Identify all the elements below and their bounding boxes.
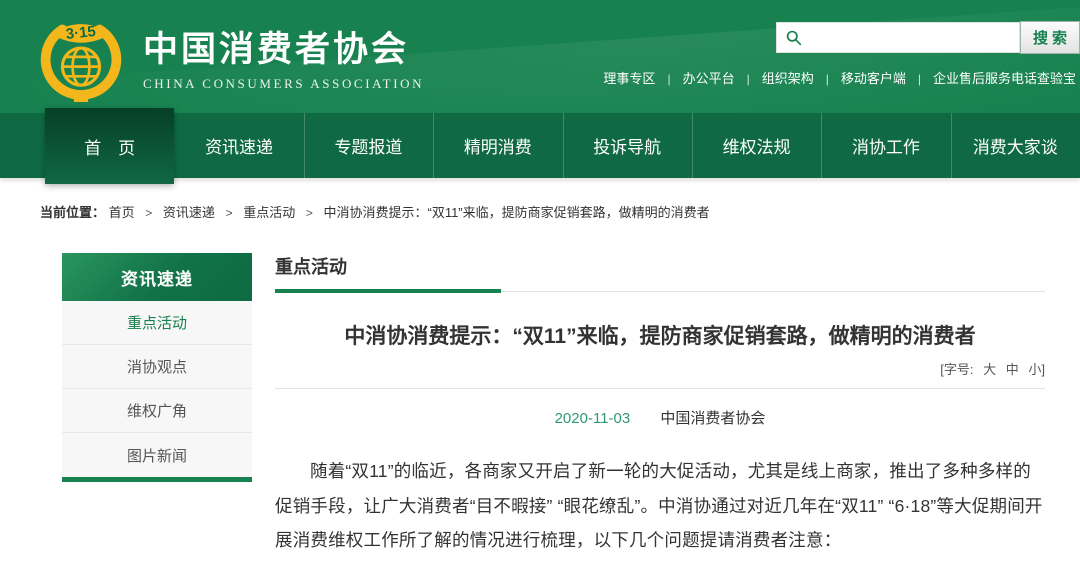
cca-315-logo-icon: 3·15 xyxy=(35,10,127,102)
brand-text: 中国消费者协会 CHINA CONSUMERS ASSOCIATION xyxy=(143,21,424,92)
svg-text:3·15: 3·15 xyxy=(65,23,97,43)
sidebar-item-key-activities[interactable]: 重点活动 xyxy=(62,301,252,345)
fontsize-suffix: ] xyxy=(1041,362,1045,377)
sidebar-list: 重点活动 消协观点 维权广角 图片新闻 xyxy=(62,301,252,482)
sidebar-item-photo-news[interactable]: 图片新闻 xyxy=(62,433,252,477)
article-date: 2020-11-03 xyxy=(555,410,631,427)
content-area: 资讯速递 重点活动 消协观点 维权广角 图片新闻 重点活动 中消协消费提示：“双… xyxy=(0,221,1080,557)
site-title: 中国消费者协会 xyxy=(143,21,424,72)
nav-item-home[interactable]: 首 页 xyxy=(45,108,174,184)
quicklink-separator: | xyxy=(918,72,921,86)
section-head: 重点活动 xyxy=(275,253,1045,292)
nav-item-smart-consumption[interactable]: 精明消费 xyxy=(433,113,562,178)
site-header: 3·15 中国消费者协会 CHINA CONSUMERS ASSOCIATION… xyxy=(0,0,1080,113)
quicklink-council[interactable]: 理事专区 xyxy=(603,71,655,86)
article-divider xyxy=(275,388,1045,389)
breadcrumb-separator: > xyxy=(226,206,233,220)
breadcrumb-link-news[interactable]: 资讯速递 xyxy=(163,205,215,220)
section-title: 重点活动 xyxy=(275,257,347,277)
article-body: 随着“双11”的临近，各商家又开启了新一轮的大促活动，尤其是线上商家，推出了多种… xyxy=(275,454,1045,556)
quick-links: 理事专区 | 办公平台 | 组织架构 | 移动客户端 | 企业售后服务电话查验宝 xyxy=(603,68,1076,87)
breadcrumb-link-key-activities[interactable]: 重点活动 xyxy=(243,205,295,220)
main-article: 重点活动 中消协消费提示：“双11”来临，提防商家促销套路，做精明的消费者 [字… xyxy=(275,253,1045,557)
sidebar-title: 资讯速递 xyxy=(62,253,252,301)
sidebar-item-association-views[interactable]: 消协观点 xyxy=(62,345,252,389)
nav-item-complaint-guide[interactable]: 投诉导航 xyxy=(563,113,692,178)
article-meta: 2020-11-03 中国消费者协会 xyxy=(275,407,1045,428)
quicklink-office[interactable]: 办公平台 xyxy=(683,71,735,86)
quicklink-mobile[interactable]: 移动客户端 xyxy=(841,71,906,86)
search-button[interactable]: 搜索 xyxy=(1020,21,1080,54)
search-row: 搜索 xyxy=(776,22,1080,54)
nav-item-news[interactable]: 资讯速递 xyxy=(174,113,303,178)
nav-item-consumer-talk[interactable]: 消费大家谈 xyxy=(951,113,1080,178)
fontsize-large-button[interactable]: 大 xyxy=(983,362,996,377)
quicklink-afterservice[interactable]: 企业售后服务电话查验宝 xyxy=(933,71,1076,86)
search-icon xyxy=(785,29,802,46)
site-subtitle: CHINA CONSUMERS ASSOCIATION xyxy=(143,76,424,92)
search-input[interactable] xyxy=(802,23,1019,52)
brand-logo-link[interactable]: 3·15 中国消费者协会 CHINA CONSUMERS ASSOCIATION xyxy=(35,10,424,102)
sidebar-item-rights-wide-angle[interactable]: 维权广角 xyxy=(62,389,252,433)
fontsize-small-button[interactable]: 小 xyxy=(1028,362,1041,377)
nav-item-association-work[interactable]: 消协工作 xyxy=(821,113,950,178)
fontsize-prefix: [字号: xyxy=(940,362,973,377)
fontsize-control: [字号: 大 中 小] xyxy=(275,359,1045,378)
section-title-underline xyxy=(275,289,501,293)
article-source: 中国消费者协会 xyxy=(660,410,765,427)
breadcrumb-current: 中消协消费提示：“双11”来临，提防商家促销套路，做精明的消费者 xyxy=(323,205,709,220)
quicklink-separator: | xyxy=(747,72,750,86)
quicklink-separator: | xyxy=(667,72,670,86)
quicklink-separator: | xyxy=(826,72,829,86)
breadcrumb-link-home[interactable]: 首页 xyxy=(109,205,135,220)
sidebar: 资讯速递 重点活动 消协观点 维权广角 图片新闻 xyxy=(62,253,252,557)
breadcrumb-separator: > xyxy=(306,206,313,220)
breadcrumb-prefix: 当前位置： xyxy=(40,205,105,220)
main-nav: 首 页 资讯速递 专题报道 精明消费 投诉导航 维权法规 消协工作 消费大家谈 xyxy=(0,113,1080,178)
search-box xyxy=(776,22,1020,53)
breadcrumb: 当前位置： 首页 > 资讯速递 > 重点活动 > 中消协消费提示：“双11”来临… xyxy=(0,178,1080,221)
nav-item-rights-laws[interactable]: 维权法规 xyxy=(692,113,821,178)
breadcrumb-separator: > xyxy=(145,206,152,220)
quicklink-org[interactable]: 组织架构 xyxy=(762,71,814,86)
article-title: 中消协消费提示：“双11”来临，提防商家促销套路，做精明的消费者 xyxy=(275,322,1045,351)
nav-item-topics[interactable]: 专题报道 xyxy=(304,113,433,178)
fontsize-medium-button[interactable]: 中 xyxy=(1006,362,1019,377)
